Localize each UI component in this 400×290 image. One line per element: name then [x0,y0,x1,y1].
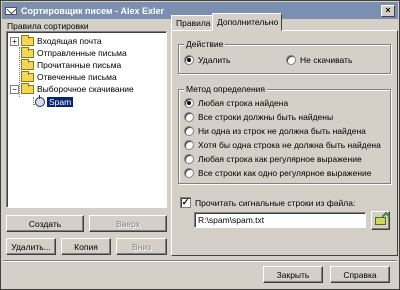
tab-advanced[interactable]: Дополнительно [212,13,282,31]
footer-divider [3,260,397,262]
folder-icon [21,34,34,46]
tree-item-selective-download[interactable]: − Выборочное скачивание [10,82,134,95]
folder-icon [21,58,34,70]
action-group-title: Действие [184,39,226,49]
file-path-field[interactable]: R:\spam\spam.txt [194,212,366,228]
tree-item-replied[interactable]: Отвеченные письма [21,70,117,83]
tree-item-label: Выборочное скачивание [37,84,134,94]
method-any-string-radio[interactable]: Любая строка найдена [184,98,288,108]
expand-icon[interactable]: + [10,36,19,46]
dialog-window: Сортировщик писем - Alex Exler × Правила… [0,0,400,290]
radio-label: Хотя бы одна строка не должна быть найде… [198,140,381,150]
method-none-found-radio[interactable]: Ни одна из строк не должна быть найдена [184,126,366,136]
tree-item-sent[interactable]: Отправленные письма [21,46,127,59]
help-button[interactable]: Справка [330,266,390,283]
tree-item-label: Отправленные письма [37,48,127,58]
collapse-icon[interactable]: − [10,84,19,94]
radio-label: Ни одна из строк не должна быть найдена [198,126,366,136]
move-up-button[interactable]: Вверх [89,215,167,232]
method-single-regex-radio[interactable]: Все строки как одно регулярное выражение [184,168,372,178]
radio-button[interactable] [184,126,194,136]
radio-button[interactable] [184,168,194,178]
method-at-least-one-missing-radio[interactable]: Хотя бы одна строка не должна быть найде… [184,140,381,150]
radio-button[interactable] [184,55,194,65]
detection-method-title: Метод определения [184,84,268,94]
create-rule-button[interactable]: Создать [6,215,84,232]
tree-item-label: Прочитанные письма [37,60,122,70]
folder-icon [21,46,34,58]
rules-tree[interactable]: + Входящая почта Отправленные письма Про… [6,31,167,208]
radio-label: Все строки должны быть найдены [198,112,334,122]
move-down-button[interactable]: Вниз [116,238,167,255]
method-all-strings-radio[interactable]: Все строки должны быть найдены [184,112,333,122]
radio-label: Удалить [198,55,231,65]
radio-button[interactable] [184,98,194,108]
open-folder-icon [375,216,386,225]
read-from-file-checkbox[interactable]: ✓ [180,197,191,208]
spam-rule-icon [35,95,45,107]
tab-rules[interactable]: Правила [171,15,213,30]
radio-label: Любая строка как регулярное выражение [198,154,362,164]
tree-item-spam[interactable]: Spam [35,95,74,108]
tab-control: Правила Дополнительно Действие Удалить Н… [171,13,398,256]
window-title: Сортировщик писем - Alex Exler [21,5,165,16]
rules-list-header: Правила сортировки [7,21,89,31]
advanced-tab-panel: Действие Удалить Не скачивать Метод опре… [171,30,398,256]
tree-item-inbox[interactable]: + Входящая почта [10,34,102,47]
tree-item-label: Отвеченные письма [37,72,117,82]
radio-label: Любая строка найдена [198,98,289,108]
radio-button[interactable] [286,55,296,65]
read-from-file-checkbox-row[interactable]: ✓ Прочитать сигнальные строки из файла: [180,197,355,208]
detection-method-group: Метод определения Любая строка найдена В… [178,84,391,184]
copy-rule-button[interactable]: Копия [61,238,111,255]
radio-button[interactable] [184,154,194,164]
radio-label: Не скачивать [300,55,353,65]
close-button[interactable]: Закрыть [263,266,323,283]
action-delete-radio[interactable]: Удалить [184,55,230,65]
read-from-file-label: Прочитать сигнальные строки из файла: [195,197,356,208]
action-group: Действие Удалить Не скачивать [178,39,391,74]
tree-item-label: Входящая почта [37,36,102,46]
method-any-regex-radio[interactable]: Любая строка как регулярное выражение [184,154,362,164]
browse-file-button[interactable] [371,211,390,230]
radio-button[interactable] [184,140,194,150]
delete-rule-button[interactable]: Удалить... [6,238,56,255]
radio-label: Все строки как одно регулярное выражение [198,168,372,178]
action-skip-download-radio[interactable]: Не скачивать [286,55,352,65]
tree-item-label: Spam [47,97,74,107]
mail-sorter-app-icon [5,5,17,17]
tree-item-read[interactable]: Прочитанные письма [21,58,122,71]
folder-icon [21,82,34,94]
folder-icon [21,70,34,82]
radio-button[interactable] [184,112,194,122]
